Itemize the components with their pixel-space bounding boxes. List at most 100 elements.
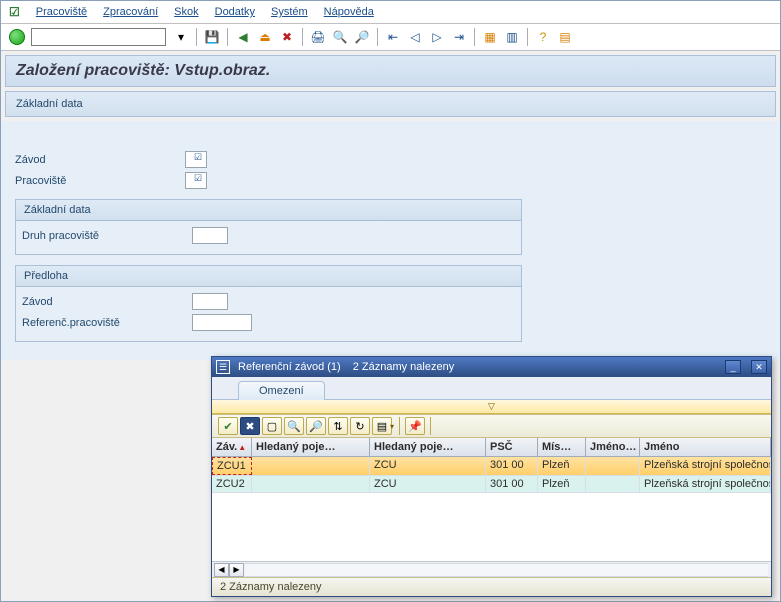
grid-row[interactable]: ZCU2 ZCU 301 00 Plzeň Plzeňská strojní s…	[212, 476, 771, 493]
cell-zav: ZCU2	[212, 476, 252, 492]
shortcut-icon[interactable]: ▥	[503, 28, 521, 46]
scroll-right-button[interactable]: ▶	[229, 563, 244, 577]
cell-hp2: ZCU	[370, 476, 486, 492]
cell-psc: 301 00	[486, 476, 538, 492]
dialog-close-button[interactable]: ✕	[751, 360, 767, 374]
find-next-button[interactable]: 🔎	[306, 417, 326, 435]
col-header-hledany2[interactable]: Hledaný poje…	[370, 438, 486, 456]
sort-asc-icon: ▲	[238, 443, 246, 452]
col-header-hledany1[interactable]: Hledaný poje…	[252, 438, 370, 456]
tab-omezeni[interactable]: Omezení	[238, 381, 325, 400]
accept-button[interactable]: ✔	[218, 417, 238, 435]
personal-list-button[interactable]: 📌	[405, 417, 425, 435]
separator	[227, 28, 228, 46]
next-page-icon[interactable]: ▷	[428, 28, 446, 46]
label-plant: Závod	[15, 154, 185, 166]
cell-hp1	[252, 457, 370, 475]
label-workcenter: Pracoviště	[15, 175, 185, 187]
row-template-plant: Závod	[16, 293, 521, 310]
row-plant: Závod ☑	[9, 151, 772, 168]
separator	[196, 28, 197, 46]
command-field[interactable]	[31, 28, 166, 46]
separator	[377, 28, 378, 46]
menu-zpracovani[interactable]: Zpracování	[103, 6, 158, 18]
separator	[527, 28, 528, 46]
scroll-left-button[interactable]: ◀	[214, 563, 229, 577]
app-toolbar-label: Základní data	[16, 98, 83, 110]
dialog-result-count: 2 Záznamy nalezeny	[353, 361, 455, 373]
cell-jm1	[586, 476, 640, 492]
col-header-jmeno2[interactable]: Jméno	[640, 438, 771, 456]
first-page-icon[interactable]: ⇤	[384, 28, 402, 46]
result-grid: Záv.▲ Hledaný poje… Hledaný poje… PSČ Mí…	[212, 438, 771, 561]
row-template-ref: Referenč.pracoviště	[16, 314, 521, 331]
form-area: Závod ☑ Pracoviště ☑ Základní data Druh …	[1, 121, 780, 360]
col-header-jmeno1[interactable]: Jméno…	[586, 438, 640, 456]
scroll-track[interactable]	[245, 563, 768, 577]
dropdown-icon[interactable]: ▾	[172, 28, 190, 46]
dialog-titlebar: ☰ Referenční závod (1) 2 Záznamy nalezen…	[212, 357, 771, 377]
menu-system[interactable]: Systém	[271, 6, 308, 18]
input-template-plant[interactable]	[192, 293, 228, 310]
separator	[302, 28, 303, 46]
new-entry-button[interactable]: ▢	[262, 417, 282, 435]
input-template-ref[interactable]	[192, 314, 252, 331]
enter-icon[interactable]	[9, 29, 25, 45]
col-header-misto[interactable]: Mís…	[538, 438, 586, 456]
input-workcenter-type[interactable]	[192, 227, 228, 244]
new-session-icon[interactable]: ▦	[481, 28, 499, 46]
cell-jm2: Plzeňská strojní společnost, a.s.	[640, 457, 771, 475]
col-header-zav[interactable]: Záv.▲	[212, 438, 252, 456]
cancel-icon[interactable]: ✖	[278, 28, 296, 46]
search-help-dialog: ☰ Referenční závod (1) 2 Záznamy nalezen…	[211, 356, 772, 597]
menu-skok[interactable]: Skok	[174, 6, 198, 18]
separator	[399, 417, 400, 435]
deselect-button[interactable]: ✖	[240, 417, 260, 435]
print-icon[interactable]: 🖨	[309, 28, 327, 46]
cell-mis: Plzeň	[538, 476, 586, 492]
help-icon[interactable]: ?	[534, 28, 552, 46]
status-text: 2 Záznamy nalezeny	[220, 581, 322, 593]
horizontal-scrollbar[interactable]: ◀ ▶	[212, 561, 771, 577]
grid-row[interactable]: ZCU1 ZCU 301 00 Plzeň Plzeňská strojní s…	[212, 457, 771, 476]
label-template-plant: Závod	[22, 296, 192, 308]
collapse-restrictions-toggle[interactable]: ▽	[212, 400, 771, 414]
menu-napoveda[interactable]: Nápověda	[324, 6, 374, 18]
dialog-tabstrip: Omezení	[212, 377, 771, 400]
prev-page-icon[interactable]: ◁	[406, 28, 424, 46]
last-page-icon[interactable]: ⇥	[450, 28, 468, 46]
col-header-psc[interactable]: PSČ	[486, 438, 538, 456]
panel-basic-header: Základní data	[16, 200, 521, 221]
exit-icon[interactable]: ⏏	[256, 28, 274, 46]
save-icon[interactable]: 💾	[203, 28, 221, 46]
panel-template-header: Předloha	[16, 266, 521, 287]
export-button[interactable]: ▤	[372, 417, 392, 435]
dialog-icon: ☰	[216, 360, 230, 374]
label-workcenter-type: Druh pracoviště	[22, 230, 192, 242]
find-next-icon[interactable]: 🔎	[353, 28, 371, 46]
cell-jm2: Plzeňská strojní společnost, a.s.	[640, 476, 771, 492]
panel-basic-data: Základní data Druh pracoviště	[15, 199, 522, 255]
sort-button[interactable]: ⇅	[328, 417, 348, 435]
find-icon[interactable]: 🔍	[331, 28, 349, 46]
row-workcenter: Pracoviště ☑	[9, 172, 772, 189]
row-workcenter-type: Druh pracoviště	[16, 227, 521, 244]
dialog-statusbar: 2 Záznamy nalezeny	[212, 577, 771, 596]
input-plant[interactable]	[185, 151, 207, 168]
layout-icon[interactable]: ▤	[556, 28, 574, 46]
back-icon[interactable]: ◀	[234, 28, 252, 46]
menu-bar: ☑ Pracoviště Zpracování Skok Dodatky Sys…	[1, 1, 780, 24]
find-button[interactable]: 🔍	[284, 417, 304, 435]
label-template-ref: Referenč.pracoviště	[22, 317, 192, 329]
refresh-button[interactable]: ↻	[350, 417, 370, 435]
dialog-title: Referenční závod (1)	[238, 361, 341, 373]
app-toolbar: Základní data	[5, 91, 776, 117]
menu-pracoviste[interactable]: Pracoviště	[36, 6, 87, 18]
dialog-minimize-button[interactable]: _	[725, 360, 741, 374]
input-workcenter[interactable]	[185, 172, 207, 189]
menu-dodatky[interactable]: Dodatky	[215, 6, 255, 18]
cell-psc: 301 00	[486, 457, 538, 475]
dialog-toolbar: ✔ ✖ ▢ 🔍 🔎 ⇅ ↻ ▤ ▾ 📌	[212, 414, 771, 438]
dropdown-icon[interactable]: ▾	[390, 422, 394, 431]
page-title-band: Založení pracoviště: Vstup.obraz.	[5, 55, 776, 87]
